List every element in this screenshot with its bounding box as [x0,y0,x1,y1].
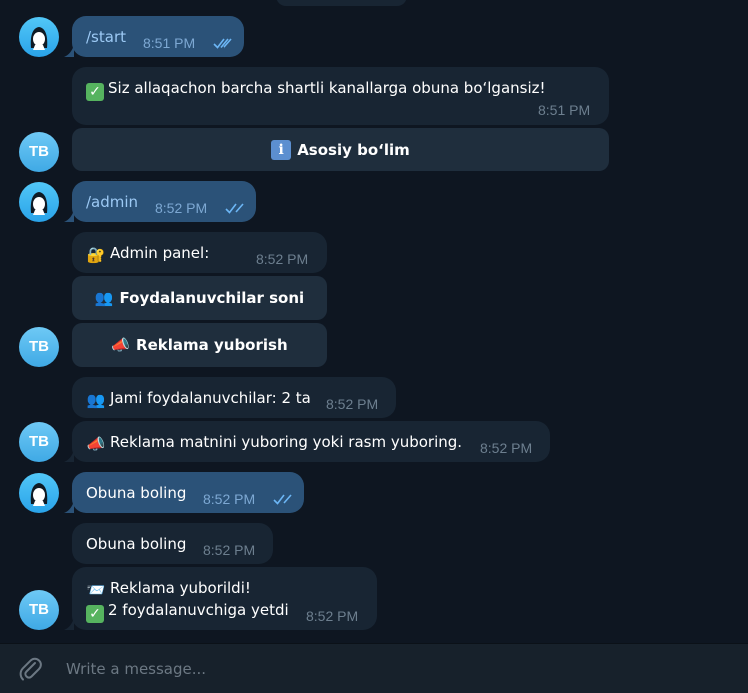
busts-emoji: 👥 [94,289,114,307]
message-text: Obuna boling [86,484,187,502]
bot-avatar[interactable]: TB [19,132,59,172]
user-avatar[interactable] [19,182,59,222]
inline-button-send-ad[interactable]: 📣 Reklama yuborish [72,323,327,367]
button-label: Foydalanuvchilar soni [119,289,305,307]
message-text-line-1: 📨 Reklama yuborildi! [86,579,251,599]
user-avatar-icon [30,192,48,215]
message-time: 8:52 PM [326,396,379,412]
busts-emoji: 👥 [86,391,106,409]
message-time: 8:52 PM [155,200,208,216]
message-text: 🔐 Admin panel: [86,244,210,264]
message-bubble-outgoing[interactable]: Obuna boling 8:52 PM [72,472,304,513]
message-time: 8:52 PM [203,542,256,558]
message-text: 📣 Reklama matnini yuboring yoki rasm yubo… [86,433,463,453]
paperclip-icon[interactable] [18,656,44,682]
message-composer: Write a message... [0,643,748,693]
message-time: 8:52 PM [203,491,256,507]
double-check-icon [213,38,232,49]
megaphone-emoji: 📣 [86,435,106,453]
button-label: Reklama yuborish [136,336,288,354]
chat-area[interactable]: /start 8:51 PM ✓ Siz allaqachon barcha sh… [0,0,748,643]
message-text: ✓ Siz allaqachon barcha shartli kanallarg… [86,78,546,101]
message-input[interactable]: Write a message... [66,660,206,678]
message-bubble-outgoing[interactable]: /admin 8:52 PM [72,181,256,222]
message-time: 8:52 PM [256,251,309,267]
command-text[interactable]: /admin [86,192,138,212]
command-text[interactable]: /start [86,27,126,47]
bot-avatar[interactable]: TB [19,422,59,462]
check-mark-emoji: ✓ [86,605,104,623]
inline-button-users-count[interactable]: 👥 Foydalanuvchilar soni [72,276,327,320]
message-text: Obuna boling [86,535,187,553]
message-bubble-outgoing[interactable]: /start 8:51 PM [72,16,244,57]
message-text-line-2: ✓ 2 foydalanuvchiga yetdi [86,600,289,623]
user-avatar-icon [30,483,48,506]
double-check-icon [225,203,244,214]
bubble-tail [64,450,74,462]
bubble-tail [64,501,74,513]
megaphone-emoji: 📣 [111,336,131,354]
message-bubble-incoming[interactable]: 👥 Jami foydalanuvchilar: 2 ta 8:52 PM [72,377,396,418]
message-bubble-incoming[interactable]: 📣 Reklama matnini yuboring yoki rasm yubo… [72,421,550,462]
message-time: 8:51 PM [143,35,196,51]
bot-avatar[interactable]: TB [19,590,59,630]
button-label: Asosiy bo‘lim [297,140,410,159]
bubble-tail [64,618,74,630]
user-avatar[interactable] [19,17,59,57]
user-avatar-icon [30,27,48,50]
message-bubble-incoming[interactable]: 🔐 Admin panel: 8:52 PM [72,232,327,273]
double-check-icon [273,494,292,505]
locked-with-key-emoji: 🔐 [86,246,106,264]
bubble-tail [64,210,74,222]
message-text: 👥 Jami foydalanuvchilar: 2 ta [86,389,311,409]
message-bubble-incoming[interactable]: ✓ Siz allaqachon barcha shartli kanallarg… [72,67,609,125]
bubble-tail [64,45,74,57]
check-mark-emoji: ✓ [86,83,104,101]
previous-message-stub [276,0,407,6]
message-bubble-incoming[interactable]: 📨 Reklama yuborildi! ✓ 2 foydalanuvchiga y… [72,567,377,630]
envelope-emoji: 📨 [86,581,106,599]
message-time: 8:52 PM [306,608,359,624]
user-avatar[interactable] [19,473,59,513]
message-time: 8:52 PM [480,440,533,456]
bot-avatar[interactable]: TB [19,327,59,367]
inline-button-main-section[interactable]: i Asosiy bo‘lim [72,128,609,171]
information-emoji: i [271,139,292,160]
message-bubble-incoming[interactable]: Obuna boling 8:52 PM [72,523,273,564]
message-time: 8:51 PM [538,102,591,118]
